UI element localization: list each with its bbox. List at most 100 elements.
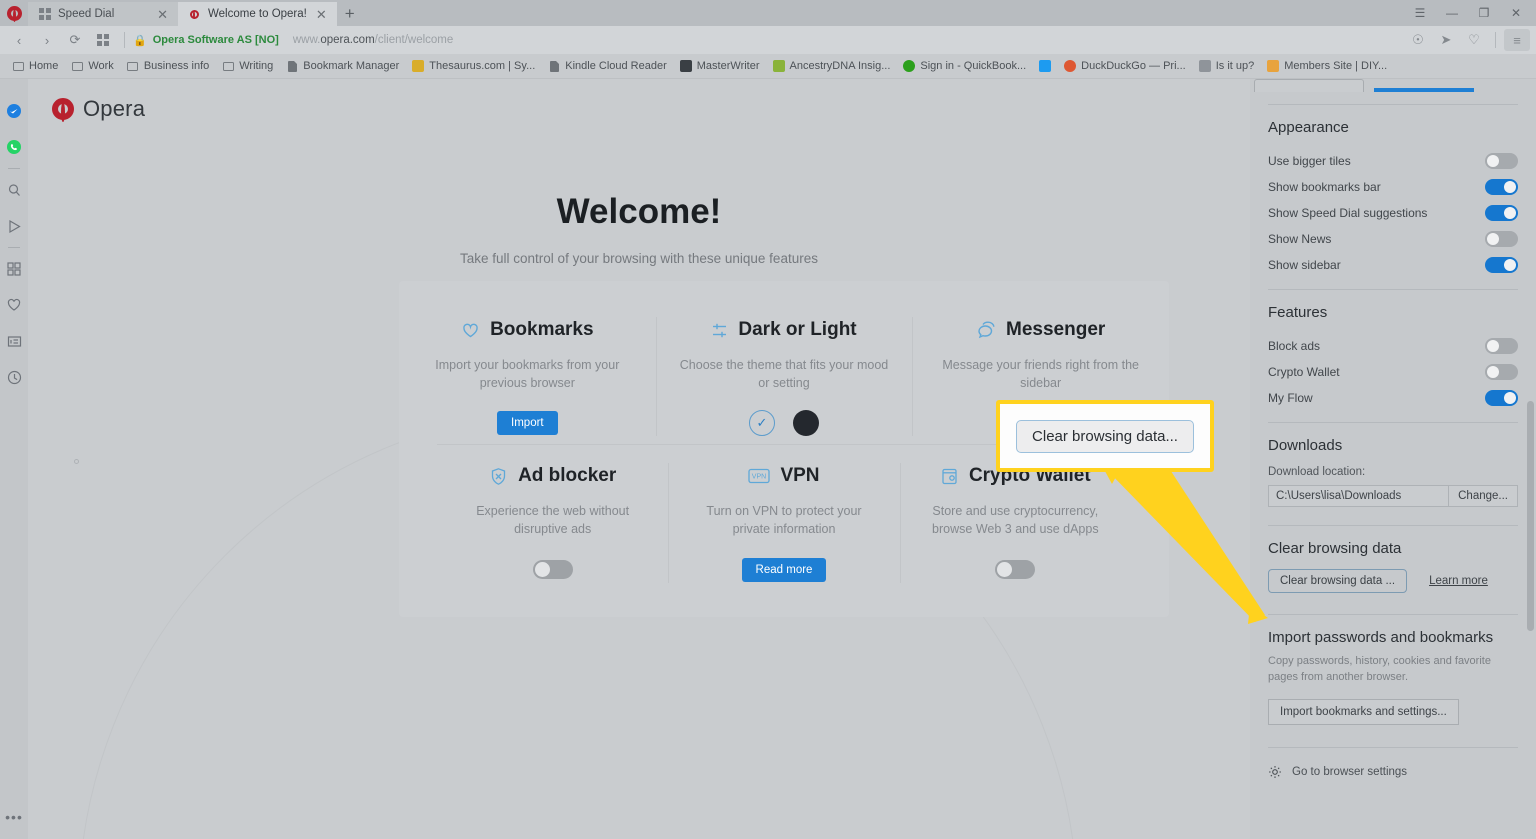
flow-icon[interactable]: ➤ — [1433, 29, 1459, 51]
feature-card-description: Turn on VPN to protect your private info… — [706, 504, 862, 537]
maximize-icon[interactable]: ❐ — [1468, 0, 1500, 26]
download-location-row: C:\Users\lisa\Downloads Change... — [1268, 485, 1518, 507]
setting-toggle[interactable] — [1485, 179, 1518, 195]
browser-tab-speed-dial[interactable]: Speed Dial ✕ — [28, 2, 178, 26]
feature-card-button[interactable]: Import — [497, 411, 558, 436]
bookmark-item[interactable]: Work — [65, 58, 119, 74]
browser-tab-welcome[interactable]: Welcome to Opera! ✕ — [178, 2, 337, 26]
bookmark-item[interactable]: Is it up? — [1193, 58, 1261, 74]
import-bookmarks-button[interactable]: Import bookmarks and settings... — [1268, 698, 1459, 725]
url-field[interactable]: 🔒 Opera Software AS [NO] www.opera.com/c… — [133, 34, 1403, 47]
setting-toggle[interactable] — [1485, 364, 1518, 380]
folder-icon — [12, 60, 24, 72]
easy-setup-icon[interactable]: ≡ — [1504, 29, 1530, 51]
opera-icon — [188, 8, 201, 21]
divider — [1268, 104, 1518, 105]
setting-toggle[interactable] — [1485, 231, 1518, 247]
bookmark-item[interactable]: AncestryDNA Insig... — [767, 58, 897, 74]
go-to-browser-settings[interactable]: Go to browser settings — [1268, 759, 1518, 785]
minimize-icon[interactable]: — — [1436, 0, 1468, 26]
opera-menu-button[interactable] — [0, 0, 28, 26]
reload-button[interactable]: ⟳ — [62, 29, 88, 51]
address-bar-actions: ☉ ➤ ♡ ≡ — [1405, 29, 1530, 51]
tab-menu-icon[interactable]: ☰ — [1404, 0, 1436, 26]
bookmarks-heart-icon[interactable] — [0, 287, 28, 323]
new-tab-button[interactable]: + — [337, 2, 363, 26]
bookmark-item[interactable]: Kindle Cloud Reader — [542, 58, 673, 74]
clear-browsing-data-button[interactable]: Clear browsing data ... — [1268, 569, 1408, 593]
feature-card-toggle[interactable] — [532, 560, 573, 579]
bookmark-item[interactable]: Bookmark Manager — [280, 58, 405, 74]
address-bar: ‹ › ⟳ 🔒 Opera Software AS [NO] www.opera… — [0, 26, 1536, 54]
callout-highlight: Clear browsing data... — [996, 400, 1214, 472]
wrench-icon — [1198, 60, 1211, 72]
speed-dial-icon[interactable] — [0, 251, 28, 287]
messenger-icon[interactable] — [0, 93, 28, 129]
search-icon[interactable] — [0, 172, 28, 208]
chat-icon — [976, 320, 996, 340]
go-to-browser-settings-label: Go to browser settings — [1292, 765, 1408, 778]
bookmark-item[interactable]: MasterWriter — [674, 58, 766, 74]
setting-toggle[interactable] — [1485, 338, 1518, 354]
folder-icon — [71, 60, 83, 72]
setting-label: Show bookmarks bar — [1268, 180, 1381, 194]
bookmark-item[interactable]: Home — [6, 58, 64, 74]
feature-card-head: Bookmarks — [417, 319, 638, 341]
callout-clear-browsing-data-button[interactable]: Clear browsing data... — [1016, 419, 1194, 453]
bookmark-item[interactable]: DuckDuckGo — Pri... — [1058, 58, 1192, 74]
tab-close-icon[interactable]: ✕ — [155, 8, 170, 21]
setting-toggle[interactable] — [1485, 390, 1518, 406]
bookmark-item[interactable] — [1033, 58, 1057, 74]
theme-dark-option[interactable] — [793, 410, 819, 437]
bookmark-label: Members Site | DIY... — [1284, 60, 1388, 72]
tab-close-icon[interactable]: ✕ — [314, 8, 329, 21]
feature-card: Bookmarks Import your bookmarks from your… — [399, 303, 656, 444]
bookmark-item[interactable]: Thesaurus.com | Sy... — [406, 58, 541, 74]
sliders-icon — [711, 322, 728, 339]
import-description: Copy passwords, history, cookies and fav… — [1268, 655, 1491, 683]
change-download-location-button[interactable]: Change... — [1449, 485, 1518, 507]
setting-label: My Flow — [1268, 391, 1313, 405]
divider — [1268, 746, 1518, 748]
history-icon[interactable] — [0, 359, 28, 395]
back-button[interactable]: ‹ — [6, 29, 32, 51]
feature-card: Ad blocker Experience the web without dis… — [437, 449, 668, 590]
duckduckgo-icon — [1064, 60, 1077, 72]
snapshot-icon[interactable]: ☉ — [1405, 29, 1431, 51]
bookmark-item[interactable]: Writing — [216, 58, 279, 74]
shield-icon — [489, 467, 508, 486]
learn-more-link[interactable]: Learn more — [1429, 575, 1488, 587]
setting-toggle[interactable] — [1485, 257, 1518, 273]
forward-button[interactable]: › — [34, 29, 60, 51]
close-icon[interactable]: ✕ — [1500, 0, 1532, 26]
page-subtitle: Take full control of your browsing with … — [460, 251, 818, 266]
bookmark-item[interactable]: Business info — [121, 58, 215, 74]
panel-scrollbar[interactable] — [1527, 401, 1534, 631]
download-location-input[interactable]: C:\Users\lisa\Downloads — [1268, 485, 1450, 507]
divider — [1268, 614, 1518, 615]
speed-dial-icon[interactable] — [90, 29, 116, 51]
heart-icon[interactable]: ♡ — [1461, 29, 1487, 51]
theme-light-option[interactable]: ✓ — [749, 410, 775, 437]
feature-card-title: Dark or Light — [738, 319, 857, 340]
setting-row: Use bigger tiles — [1268, 148, 1518, 174]
feature-card-action: Import — [417, 410, 638, 436]
bookmark-item[interactable]: Members Site | DIY... — [1261, 58, 1393, 74]
panel-partial-button[interactable] — [1254, 79, 1364, 92]
feature-card-title: Messenger — [1006, 319, 1106, 340]
send-icon[interactable] — [0, 208, 28, 244]
sidebar-more-button[interactable]: ••• — [5, 809, 23, 825]
feature-card-button[interactable]: Read more — [741, 557, 827, 582]
whatsapp-icon[interactable] — [0, 129, 28, 165]
bookmark-item[interactable]: Sign in - QuickBook... — [897, 58, 1032, 74]
opera-logo-icon — [6, 5, 22, 22]
news-icon[interactable] — [0, 323, 28, 359]
heart-icon — [461, 321, 480, 340]
feature-card: Dark or Light Choose the theme that fits … — [655, 303, 913, 444]
feature-card-title: VPN — [780, 465, 820, 487]
page-title: Welcome! — [556, 192, 722, 231]
setting-toggle[interactable] — [1485, 205, 1518, 221]
feature-card-action — [455, 557, 650, 583]
setting-toggle[interactable] — [1485, 153, 1518, 169]
feature-card-toggle[interactable] — [995, 560, 1036, 579]
